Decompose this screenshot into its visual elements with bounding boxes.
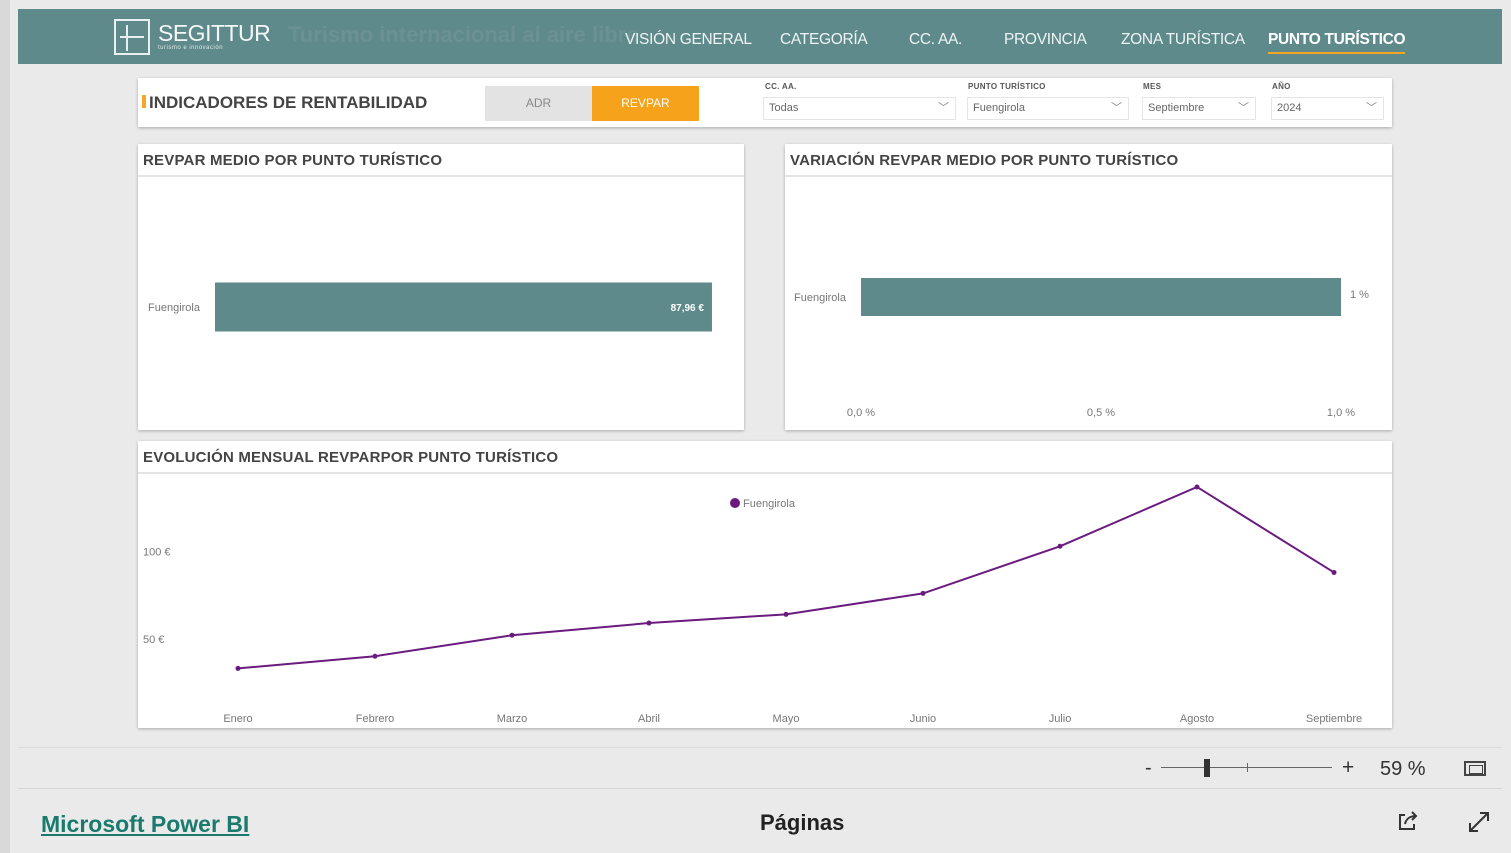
fit-to-page-icon[interactable]	[1464, 761, 1486, 776]
punto-filter-dropdown[interactable]: Fuengirola ﹀	[967, 97, 1129, 120]
bar	[861, 278, 1341, 316]
data-point	[1331, 569, 1337, 575]
fullscreen-icon[interactable]	[1466, 809, 1492, 835]
data-point	[646, 620, 652, 626]
data-point	[509, 632, 515, 638]
card-header: EVOLUCIÓN MENSUAL REVPARPOR PUNTO TURÍST…	[138, 441, 1392, 474]
zoom-slider-default-tick	[1247, 763, 1248, 772]
x-tick-label: Enero	[223, 713, 252, 725]
x-tick-label: 0,5 %	[1087, 407, 1115, 419]
x-tick-label: Julio	[1049, 713, 1072, 725]
top-navigation-bar: SEGITTUR turismo e innovación Turismo in…	[18, 9, 1502, 64]
x-tick-label: Septiembre	[1306, 713, 1362, 725]
nav-categoria[interactable]: CATEGORÍA	[780, 31, 868, 49]
pages-button[interactable]: Páginas	[760, 810, 844, 836]
anio-filter-value: 2024	[1277, 102, 1302, 114]
ccaa-filter-dropdown[interactable]: Todas ﹀	[763, 97, 956, 120]
data-point	[783, 611, 789, 617]
x-tick-label: Mayo	[773, 713, 800, 725]
chart-title: VARIACIÓN REVPAR MEDIO POR PUNTO TURÍSTI…	[790, 152, 1179, 169]
evolucion-mensual-chart: 50 € 100 € Enero Febrero Marzo Abril Mayo Junio…	[143, 484, 1362, 725]
data-point	[1194, 484, 1200, 490]
accent-marker	[142, 95, 146, 108]
x-tick-label: 0,0 %	[847, 407, 875, 419]
legend-label: Fuengirola	[743, 498, 796, 510]
data-point	[372, 653, 378, 659]
ccaa-filter-label: CC. AA.	[765, 82, 797, 91]
microsoft-power-bi-link[interactable]: Microsoft Power BI	[41, 811, 249, 838]
footer-bar: Microsoft Power BI Páginas	[18, 788, 1502, 853]
nav-vision-general[interactable]: VISIÓN GENERAL	[625, 31, 752, 49]
bar	[215, 282, 712, 332]
nav-zona-turistica[interactable]: ZONA TURÍSTICA	[1121, 31, 1245, 49]
data-point	[235, 665, 241, 671]
x-tick-label: Abril	[638, 713, 660, 725]
x-tick-label: Junio	[910, 713, 936, 725]
revpar-medio-card: REVPAR MEDIO POR PUNTO TURÍSTICO Fuengir…	[138, 144, 744, 430]
background-report-title: Turismo internacional al aire libre	[288, 22, 639, 47]
logo-mark-icon	[114, 19, 150, 55]
chart-title: REVPAR MEDIO POR PUNTO TURÍSTICO	[143, 152, 443, 169]
chevron-down-icon: ﹀	[1111, 102, 1122, 114]
card-header: VARIACIÓN REVPAR MEDIO POR PUNTO TURÍSTI…	[785, 144, 1392, 177]
nav-punto-turistico[interactable]: PUNTO TURÍSTICO	[1268, 31, 1406, 54]
mes-filter-value: Septiembre	[1148, 102, 1205, 114]
variacion-revpar-chart: Fuengirola 1 % 0,0 % 0,5 % 1,0 %	[794, 278, 1369, 419]
zoom-out-button[interactable]: -	[1145, 757, 1152, 780]
y-tick-label: 100 €	[143, 547, 171, 559]
anio-filter-label: AÑO	[1272, 82, 1291, 91]
zoom-in-button[interactable]: +	[1342, 756, 1354, 780]
chevron-down-icon: ﹀	[1366, 102, 1377, 114]
punto-filter-value: Fuengirola	[973, 102, 1025, 114]
chart-title: EVOLUCIÓN MENSUAL REVPARPOR PUNTO TURÍST…	[143, 449, 559, 466]
x-tick-label: Agosto	[1180, 713, 1214, 725]
mes-filter-label: MES	[1143, 82, 1162, 91]
chevron-down-icon: ﹀	[938, 102, 949, 114]
x-tick-label: Febrero	[356, 713, 395, 725]
legend-marker	[730, 498, 740, 508]
data-point	[920, 590, 926, 596]
bar-value-label: 1 %	[1350, 289, 1369, 301]
report-viewport: SEGITTUR turismo e innovación Turismo in…	[18, 9, 1502, 747]
section-title-text: INDICADORES DE RENTABILIDAD	[149, 93, 428, 112]
ccaa-filter-value: Todas	[769, 102, 799, 114]
mes-filter-dropdown[interactable]: Septiembre ﹀	[1142, 97, 1256, 120]
adr-toggle-button[interactable]: ADR	[485, 86, 592, 121]
chevron-down-icon: ﹀	[1238, 102, 1249, 114]
card-header: REVPAR MEDIO POR PUNTO TURÍSTICO	[138, 144, 744, 177]
series-line	[237, 485, 1335, 670]
x-tick-label: 1,0 %	[1327, 407, 1355, 419]
variacion-revpar-card: VARIACIÓN REVPAR MEDIO POR PUNTO TURÍSTI…	[785, 144, 1392, 430]
nav-cc-aa[interactable]: CC. AA.	[909, 31, 962, 49]
section-title: INDICADORES DE RENTABILIDAD	[142, 93, 427, 113]
category-label: Fuengirola	[148, 302, 201, 314]
category-label: Fuengirola	[794, 292, 847, 304]
share-icon[interactable]	[1396, 809, 1420, 833]
nav-provincia[interactable]: PROVINCIA	[1004, 31, 1087, 49]
y-tick-label: 50 €	[143, 634, 164, 646]
logo-text: SEGITTUR	[158, 20, 271, 46]
zoom-slider-thumb[interactable]	[1204, 759, 1210, 777]
segittur-logo: SEGITTUR turismo e innovación	[114, 19, 271, 55]
zoom-bar: - + 59 %	[18, 747, 1502, 787]
filter-bar: INDICADORES DE RENTABILIDAD ADR REVPAR C…	[138, 78, 1392, 127]
revpar-toggle-button[interactable]: REVPAR	[592, 86, 699, 121]
data-point	[1057, 543, 1063, 549]
anio-filter-dropdown[interactable]: 2024 ﹀	[1271, 97, 1384, 120]
bar-value-label: 87,96 €	[671, 303, 705, 314]
revpar-medio-chart: Fuengirola 87,96 €	[148, 282, 712, 332]
punto-filter-label: PUNTO TURÍSTICO	[968, 82, 1046, 91]
zoom-level: 59 %	[1380, 758, 1426, 780]
x-tick-label: Marzo	[497, 713, 528, 725]
evolucion-mensual-card: EVOLUCIÓN MENSUAL REVPARPOR PUNTO TURÍST…	[138, 441, 1392, 728]
